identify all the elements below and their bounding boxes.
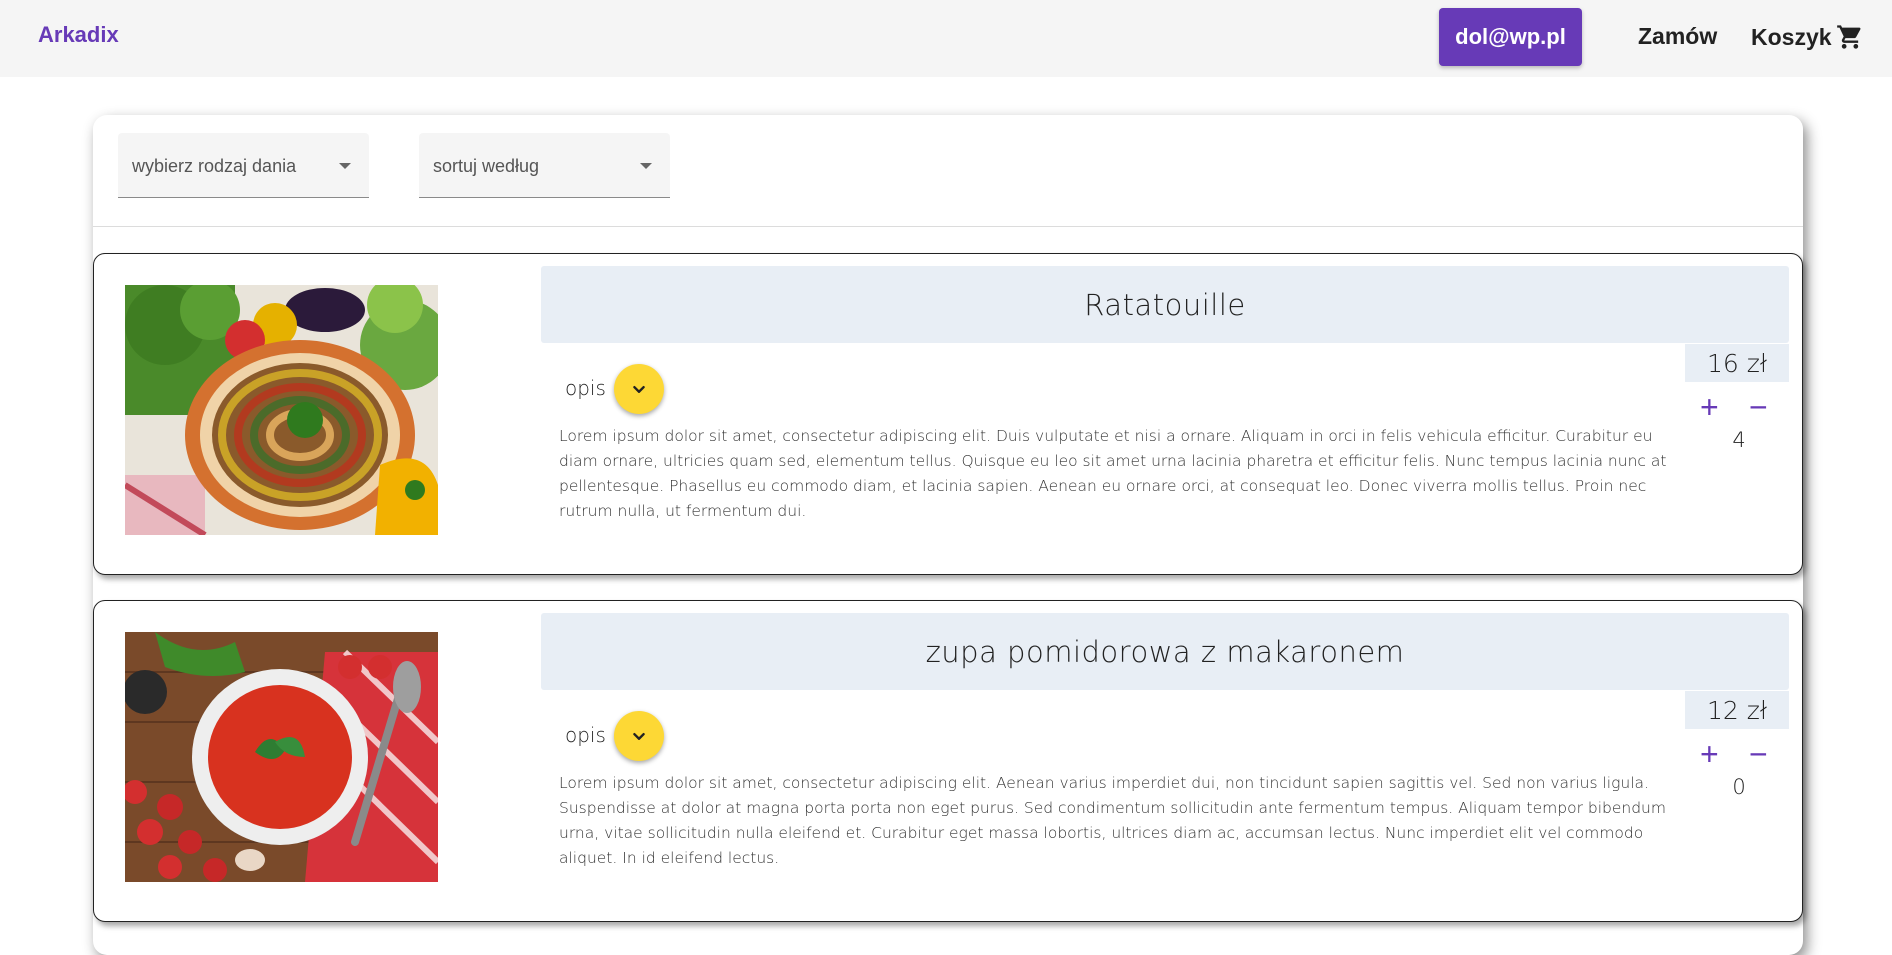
user-account-button[interactable]: dol@wp.pl [1439,8,1582,66]
quantity-value: 4 [1732,428,1746,452]
dish-card: Ratatouille 16 zł + − 4 opis Lorem ipsum… [93,253,1803,575]
dish-price: 12 zł [1685,691,1789,729]
caret-down-icon [640,163,652,169]
dish-description: Lorem ipsum dolor sit amet, consectetur … [559,774,1666,867]
sort-select[interactable]: sortuj według [419,133,670,198]
tomato-soup-image [125,632,438,882]
sort-select-label: sortuj według [433,156,540,176]
chevron-down-icon [633,732,645,740]
dish-type-select[interactable]: wybierz rodzaj dania [118,133,369,198]
cart-label: Koszyk [1751,23,1832,50]
expand-description-button[interactable] [614,364,664,414]
dish-title: Ratatouille [1084,287,1246,322]
cart-nav-link[interactable]: Koszyk [1751,23,1864,51]
shopping-cart-icon [1836,25,1861,49]
dish-title-bar: zupa pomidorowa z makaronem [541,613,1789,690]
increase-quantity-button[interactable]: + [1700,738,1719,770]
decrease-quantity-button[interactable]: − [1749,391,1768,423]
ratatouille-image [125,285,438,535]
dish-card: zupa pomidorowa z makaronem 12 zł + − 0 … [93,600,1803,922]
dish-description: Lorem ipsum dolor sit amet, consectetur … [559,427,1667,520]
increase-quantity-button[interactable]: + [1700,391,1719,423]
filter-divider [93,226,1803,227]
top-app-bar: Arkadix dol@wp.pl Zamów Koszyk [0,0,1892,77]
dish-type-select-label: wybierz rodzaj dania [132,156,297,176]
dish-price: 16 zł [1685,344,1789,382]
order-nav-link[interactable]: Zamów [1638,23,1717,50]
dish-image-tomato-soup [125,632,438,882]
description-toggle-label: opis [565,376,606,400]
dish-title-bar: Ratatouille [541,266,1789,343]
dish-image-ratatouille [125,285,438,535]
caret-down-icon [339,163,351,169]
brand-logo[interactable]: Arkadix [38,22,119,48]
chevron-down-icon [633,385,645,393]
quantity-value: 0 [1732,775,1746,799]
decrease-quantity-button[interactable]: − [1749,738,1768,770]
dish-title: zupa pomidorowa z makaronem [925,634,1405,669]
expand-description-button[interactable] [614,711,664,761]
description-toggle-label: opis [565,723,606,747]
